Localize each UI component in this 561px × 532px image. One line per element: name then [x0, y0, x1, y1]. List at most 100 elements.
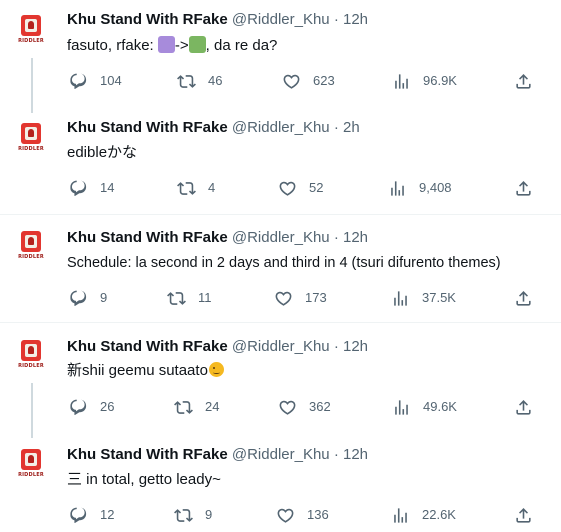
views-count: 9,408 [419, 180, 452, 195]
tweet-text-part: , da re da? [205, 37, 278, 54]
separator-dot: · [333, 11, 339, 28]
heart-icon [276, 506, 295, 525]
share-button[interactable] [514, 397, 533, 417]
user-handle[interactable]: @Riddler_Khu [232, 446, 330, 463]
tweet[interactable]: RIDDLER Khu Stand With RFake @Riddler_Kh… [0, 215, 561, 322]
retweet-icon [177, 179, 196, 198]
views-button[interactable]: 37.5K [391, 288, 456, 308]
reply-icon [69, 179, 88, 198]
tweet-actions: 26 24 362 49.6K [0, 397, 561, 417]
share-button[interactable] [514, 71, 533, 91]
user-handle[interactable]: @Riddler_Khu [232, 229, 330, 246]
reply-button[interactable]: 14 [69, 178, 114, 198]
views-button[interactable]: 9,408 [388, 178, 452, 198]
reply-icon [69, 289, 88, 308]
user-handle[interactable]: @Riddler_Khu [232, 11, 330, 28]
like-count: 52 [309, 180, 324, 195]
user-handle[interactable]: @Riddler_Khu [232, 338, 330, 355]
tweet-text: 三 in total, getto leady~ [67, 471, 221, 488]
tweet-header: Khu Stand With RFake @Riddler_Khu · 12h [67, 337, 368, 357]
share-button[interactable] [514, 505, 533, 525]
retweet-button[interactable]: 4 [177, 178, 215, 198]
views-icon [392, 72, 411, 91]
views-icon [388, 179, 407, 198]
tweet[interactable]: RIDDLER Khu Stand With RFake @Riddler_Kh… [0, 430, 561, 532]
riddler-logo-icon [21, 15, 41, 36]
like-count: 623 [313, 73, 335, 88]
user-handle[interactable]: @Riddler_Khu [232, 119, 330, 136]
retweet-icon [167, 289, 186, 308]
reply-button[interactable]: 104 [69, 71, 122, 91]
tweet-header: Khu Stand With RFake @Riddler_Khu · 12h [67, 445, 368, 465]
display-name[interactable]: Khu Stand With RFake [67, 229, 228, 246]
tweet-text: Schedule: la second in 2 days and third … [67, 255, 501, 271]
retweet-button[interactable]: 24 [174, 397, 219, 417]
retweet-button[interactable]: 9 [174, 505, 212, 525]
tweet-text-part: fasuto, rfake: [67, 37, 158, 54]
avatar-logo-text: RIDDLER [18, 472, 44, 478]
riddler-logo-icon [21, 449, 41, 470]
timestamp[interactable]: 12h [343, 338, 368, 355]
avatar-logo-text: RIDDLER [18, 254, 44, 260]
display-name[interactable]: Khu Stand With RFake [67, 338, 228, 355]
views-button[interactable]: 49.6K [392, 397, 457, 417]
retweet-icon [174, 398, 193, 417]
tweet[interactable]: RIDDLER Khu Stand With RFake @Riddler_Kh… [0, 108, 561, 215]
retweet-button[interactable]: 11 [167, 288, 212, 308]
winking-face-emoji [208, 362, 224, 377]
avatar[interactable]: RIDDLER [16, 231, 46, 261]
tweet[interactable]: RIDDLER Khu Stand With RFake @Riddler_Kh… [0, 323, 561, 438]
avatar[interactable]: RIDDLER [16, 123, 46, 153]
share-button[interactable] [514, 178, 533, 198]
views-button[interactable]: 96.9K [392, 71, 457, 91]
separator-dot: · [333, 446, 339, 463]
display-name[interactable]: Khu Stand With RFake [67, 446, 228, 463]
avatar[interactable]: RIDDLER [16, 15, 46, 45]
like-button[interactable]: 362 [278, 397, 331, 417]
like-count: 173 [305, 290, 327, 305]
reply-button[interactable]: 26 [69, 397, 114, 417]
tweet-header: Khu Stand With RFake @Riddler_Khu · 12h [67, 228, 368, 248]
avatar-logo-text: RIDDLER [18, 146, 44, 152]
separator-dot: · [333, 338, 339, 355]
share-button[interactable] [514, 288, 533, 308]
retweet-icon [174, 506, 193, 525]
like-button[interactable]: 52 [278, 178, 323, 198]
heart-icon [274, 289, 293, 308]
retweet-button[interactable]: 46 [177, 71, 222, 91]
views-count: 37.5K [422, 290, 456, 305]
reply-count: 9 [100, 290, 108, 305]
timestamp[interactable]: 12h [343, 446, 368, 463]
tweet-actions: 104 46 623 96.9K [0, 71, 561, 91]
tweet-actions: 9 11 173 37.5K [0, 288, 561, 308]
avatar-logo-text: RIDDLER [18, 38, 44, 44]
like-button[interactable]: 623 [282, 71, 335, 91]
separator-dot: · [333, 119, 339, 136]
avatar[interactable]: RIDDLER [16, 449, 46, 479]
avatar-logo-text: RIDDLER [18, 363, 44, 369]
share-icon [514, 179, 533, 198]
display-name[interactable]: Khu Stand With RFake [67, 119, 228, 136]
avatar[interactable]: RIDDLER [16, 340, 46, 370]
heart-icon [278, 179, 297, 198]
timestamp[interactable]: 2h [343, 119, 360, 136]
like-button[interactable]: 173 [274, 288, 327, 308]
reply-count: 26 [100, 399, 115, 414]
tweet-actions: 14 4 52 9,408 [0, 178, 561, 198]
share-icon [514, 398, 533, 417]
views-count: 96.9K [423, 73, 457, 88]
riddler-logo-icon [21, 123, 41, 144]
views-button[interactable]: 22.6K [391, 505, 456, 525]
share-icon [514, 289, 533, 308]
reply-icon [69, 398, 88, 417]
timestamp[interactable]: 12h [343, 11, 368, 28]
timestamp[interactable]: 12h [343, 229, 368, 246]
tweet-actions: 12 9 136 22.6K [0, 505, 561, 525]
tweet-text: 新shii geemu sutaato [67, 361, 224, 381]
heart-icon [278, 398, 297, 417]
reply-button[interactable]: 12 [69, 505, 114, 525]
tweet[interactable]: RIDDLER Khu Stand With RFake @Riddler_Kh… [0, 0, 561, 113]
reply-button[interactable]: 9 [69, 288, 107, 308]
display-name[interactable]: Khu Stand With RFake [67, 11, 228, 28]
like-button[interactable]: 136 [276, 505, 329, 525]
